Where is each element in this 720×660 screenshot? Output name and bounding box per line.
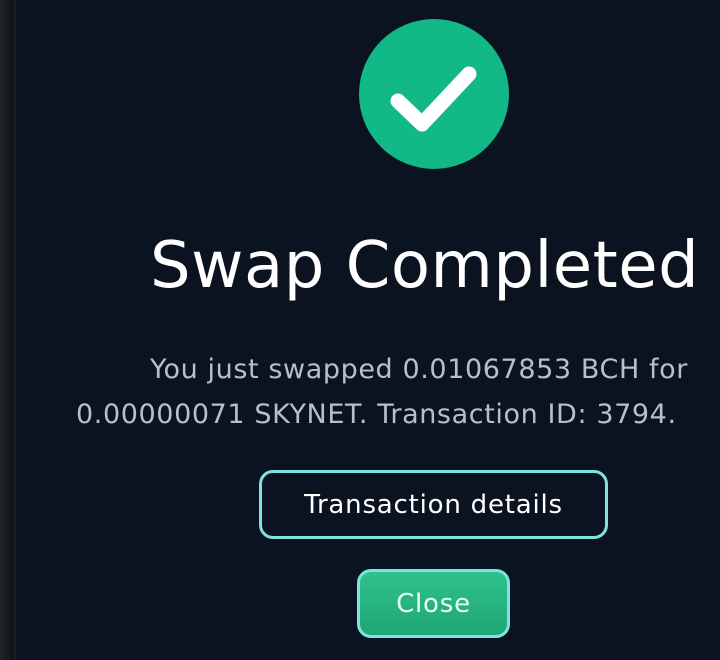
close-label: Close — [396, 588, 471, 619]
dialog-title: Swap Completed — [150, 229, 700, 303]
checkmark-icon — [390, 66, 477, 132]
swap-summary-line-2: 0.00000071 SKYNET. Transaction ID: 3794. — [76, 399, 677, 430]
transaction-details-label: Transaction details — [304, 489, 563, 520]
window-divider — [14, 0, 16, 660]
close-button[interactable]: Close — [357, 569, 510, 638]
transaction-details-button[interactable]: Transaction details — [259, 470, 608, 539]
swap-complete-dialog: Swap Completed You just swapped 0.010678… — [0, 0, 720, 660]
swap-summary-line-1: You just swapped 0.01067853 BCH for — [150, 354, 688, 385]
success-badge — [359, 19, 509, 169]
